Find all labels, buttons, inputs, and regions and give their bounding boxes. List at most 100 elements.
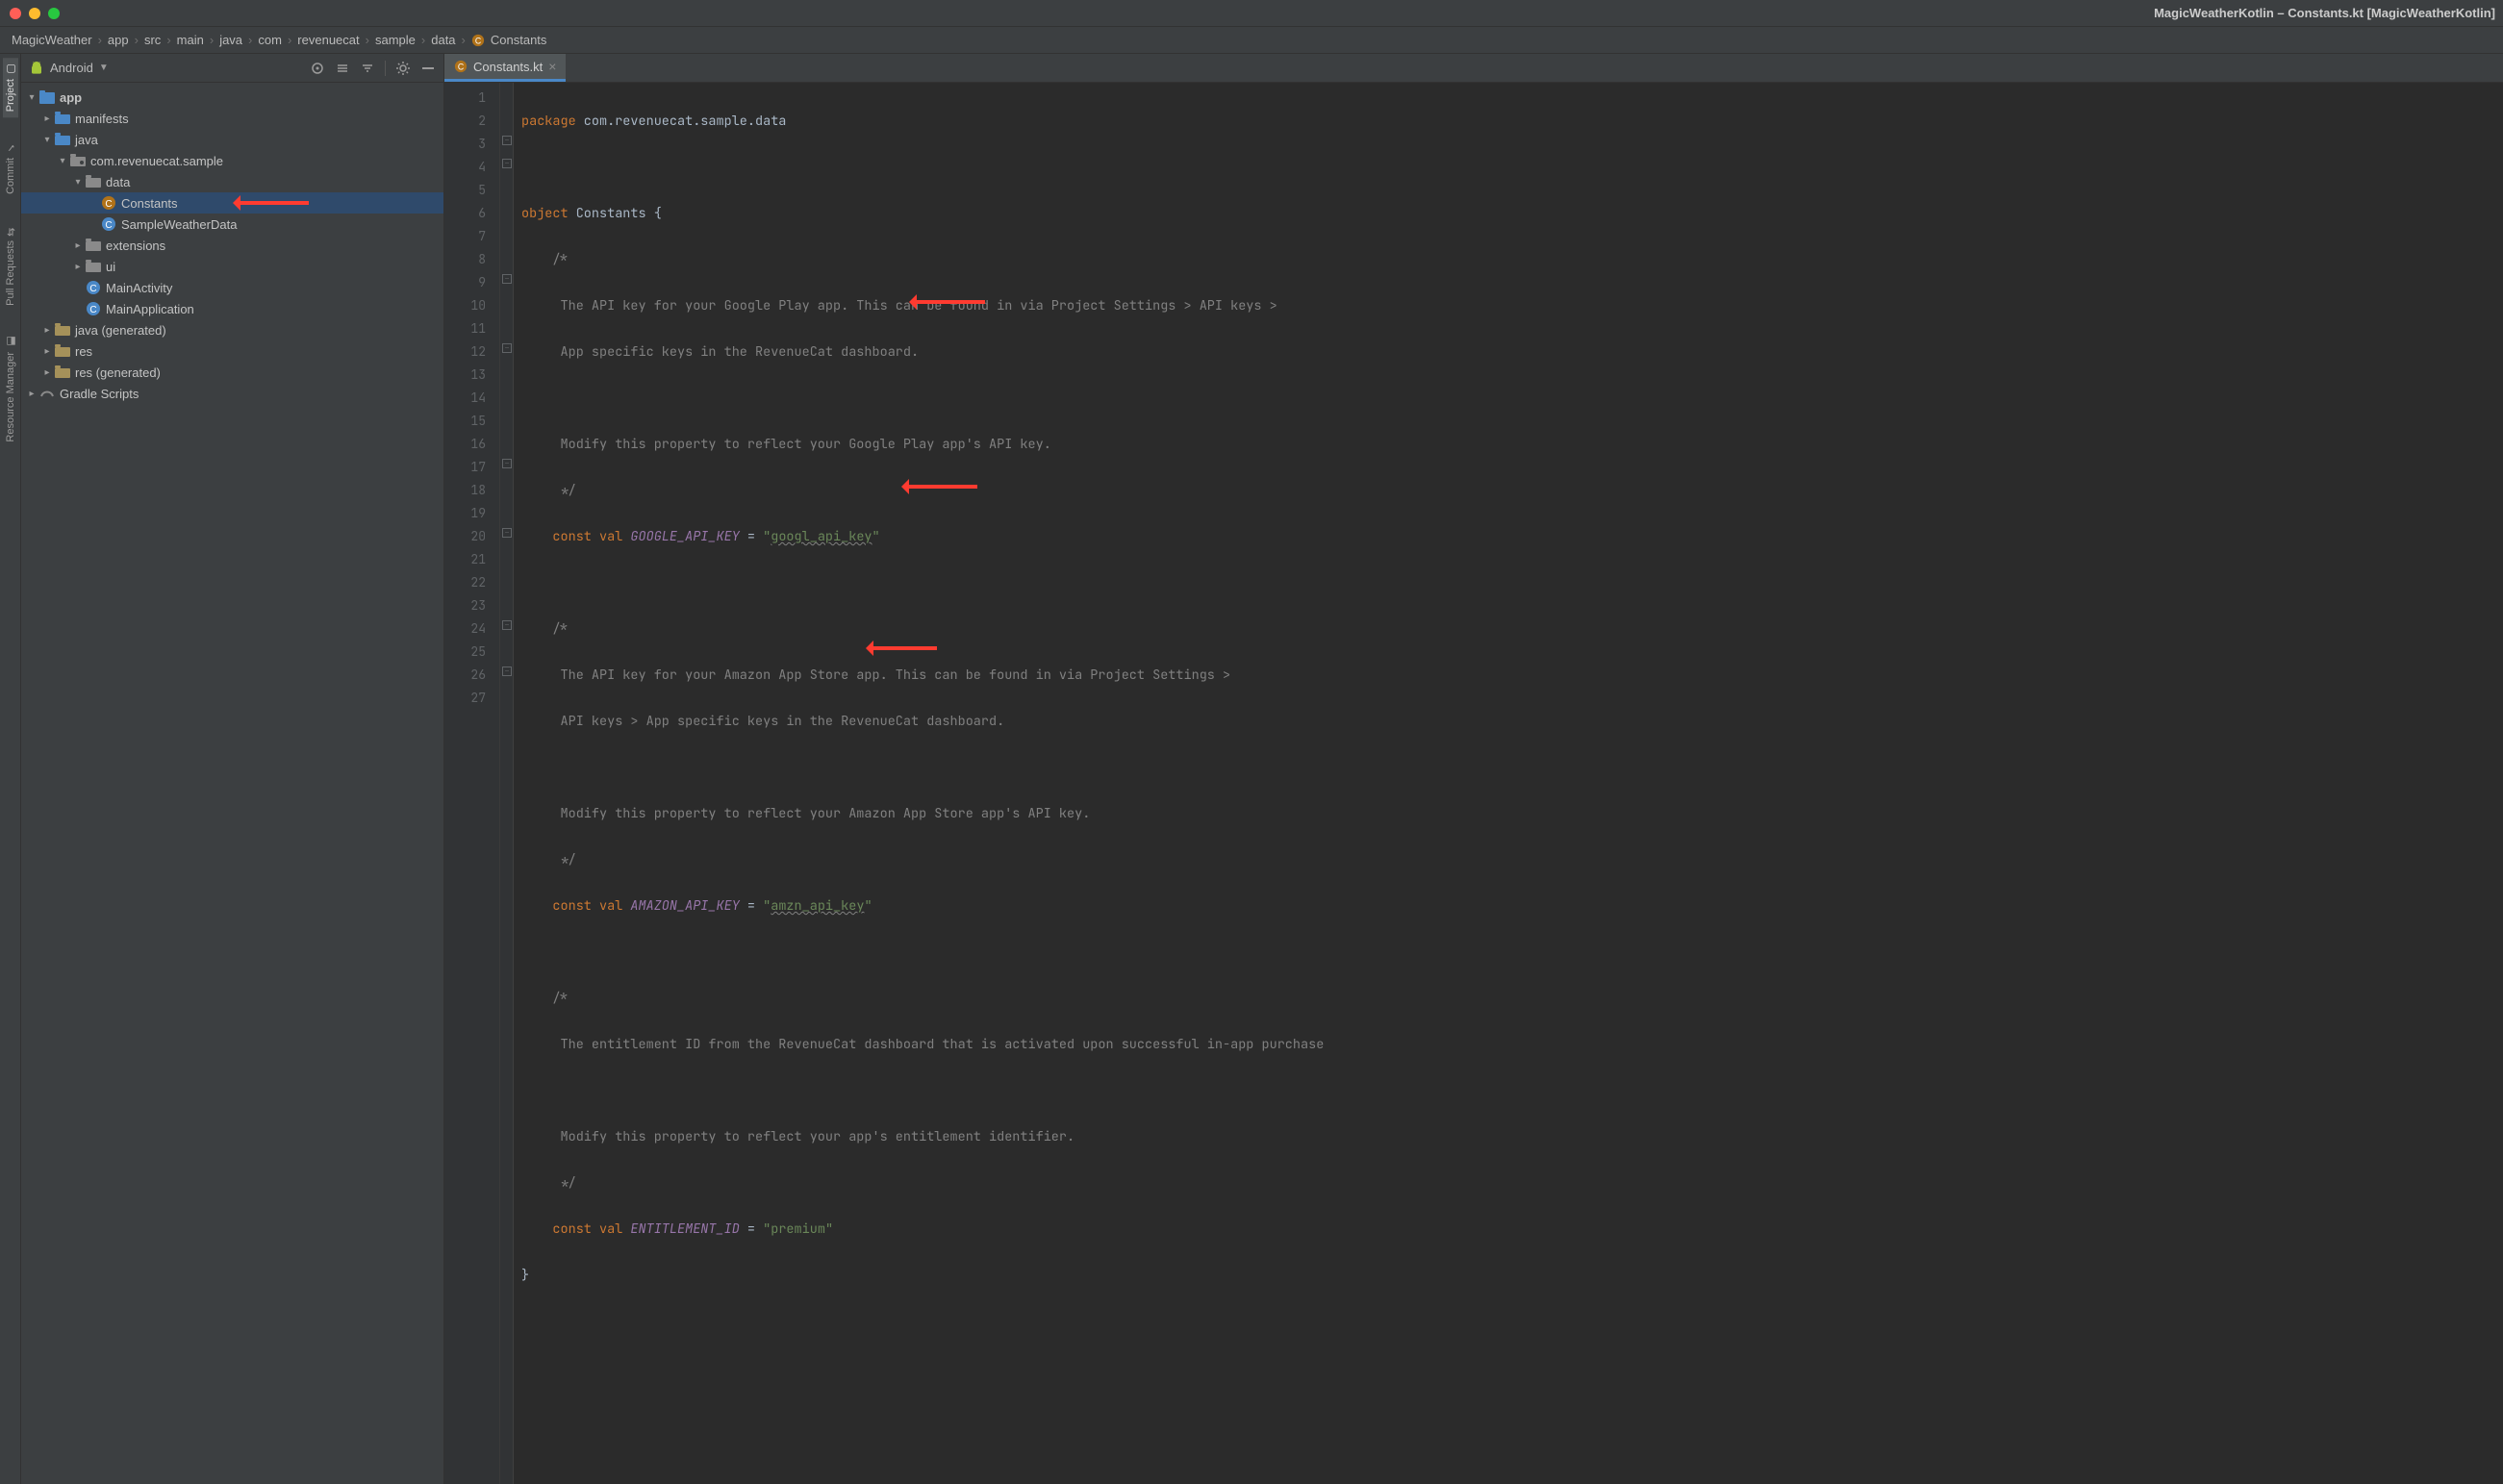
kotlin-file-icon: C — [454, 60, 468, 73]
chevron-right-icon: › — [135, 33, 139, 47]
fold-region-icon[interactable]: − — [502, 667, 512, 676]
chevron-right-icon: › — [210, 33, 214, 47]
chevron-right-icon: › — [366, 33, 369, 47]
tree-node-app[interactable]: ▾ app — [21, 87, 443, 108]
tree-label: extensions — [106, 239, 165, 253]
close-tab-icon[interactable]: × — [548, 59, 556, 74]
tree-node-java-generated[interactable]: ▸ java (generated) — [21, 319, 443, 340]
chevron-right-icon: ▸ — [71, 240, 85, 251]
fold-region-icon[interactable]: − — [502, 459, 512, 468]
line-number: 22 — [444, 571, 499, 594]
tree-label: Gradle Scripts — [60, 387, 139, 401]
project-view-mode[interactable]: Android — [50, 61, 93, 75]
package-icon — [85, 259, 102, 274]
tree-label: ui — [106, 260, 115, 274]
commit-tool-tab[interactable]: Commit ✓ — [3, 137, 18, 200]
chevron-right-icon: ▸ — [40, 346, 54, 357]
fold-region-icon[interactable]: − — [502, 136, 512, 145]
gear-icon[interactable] — [395, 61, 411, 76]
svg-text:C: C — [89, 305, 96, 315]
tree-label: data — [106, 175, 130, 189]
annotation-arrow-icon — [913, 300, 985, 304]
tree-node-gradle[interactable]: ▸ Gradle Scripts — [21, 383, 443, 404]
expand-all-icon[interactable] — [335, 61, 350, 76]
tree-label: SampleWeatherData — [121, 217, 237, 232]
line-number: 4 — [444, 156, 499, 179]
divider — [385, 61, 386, 76]
kotlin-class-icon: C — [100, 216, 117, 232]
line-number: 14 — [444, 387, 499, 410]
tree-node-constants[interactable]: C Constants — [21, 192, 443, 214]
chevron-down-icon: ▾ — [71, 177, 85, 188]
breadcrumb-item[interactable]: com — [258, 33, 282, 47]
line-number: 1 — [444, 87, 499, 110]
locate-icon[interactable] — [310, 61, 325, 76]
hide-panel-icon[interactable] — [420, 61, 436, 76]
line-number: 15 — [444, 410, 499, 433]
code-text[interactable]: package com.revenuecat.sample.data objec… — [514, 83, 2503, 1484]
tree-node-res-generated[interactable]: ▸ res (generated) — [21, 362, 443, 383]
breadcrumb-item[interactable]: src — [144, 33, 161, 47]
tree-label: MainApplication — [106, 302, 194, 316]
tree-node-main-application[interactable]: C MainApplication — [21, 298, 443, 319]
tree-node-ui[interactable]: ▸ ui — [21, 256, 443, 277]
chevron-right-icon: › — [421, 33, 425, 47]
line-number-gutter: 1 2 3 4 5 6 7 8 9 10 11 12 13 14 15 16 1… — [444, 83, 500, 1484]
chevron-down-icon[interactable]: ▼ — [99, 63, 109, 73]
line-number: 26 — [444, 664, 499, 687]
breadcrumb-item[interactable]: app — [108, 33, 129, 47]
fold-region-icon[interactable]: − — [502, 274, 512, 284]
line-number: 8 — [444, 248, 499, 271]
editor-tab-constants[interactable]: C Constants.kt × — [444, 54, 566, 82]
fold-region-icon[interactable]: − — [502, 343, 512, 353]
fold-gutter: − − − − − − − − — [500, 83, 514, 1484]
collapse-all-icon[interactable] — [360, 61, 375, 76]
breadcrumb-item[interactable]: C Constants — [471, 33, 547, 47]
chevron-right-icon: ▸ — [25, 389, 38, 399]
resource-manager-tool-tab[interactable]: Resource Manager ◧ — [3, 331, 18, 448]
line-number: 2 — [444, 110, 499, 133]
breadcrumb-item[interactable]: main — [177, 33, 204, 47]
editor-tabs: C Constants.kt × — [444, 54, 2503, 83]
tree-node-main-activity[interactable]: C MainActivity — [21, 277, 443, 298]
tree-node-manifests[interactable]: ▸ manifests — [21, 108, 443, 129]
line-number: 21 — [444, 548, 499, 571]
pull-requests-tool-tab[interactable]: Pull Requests ⇆ — [3, 219, 18, 312]
svg-text:C: C — [475, 36, 481, 45]
package-icon — [85, 174, 102, 189]
tree-node-java[interactable]: ▾ java — [21, 129, 443, 150]
tree-node-extensions[interactable]: ▸ extensions — [21, 235, 443, 256]
breadcrumb-item[interactable]: java — [219, 33, 242, 47]
editor-body[interactable]: 1 2 3 4 5 6 7 8 9 10 11 12 13 14 15 16 1… — [444, 83, 2503, 1484]
annotation-arrow-icon — [237, 201, 309, 205]
tree-label: java — [75, 133, 98, 147]
fold-region-icon[interactable]: − — [502, 620, 512, 630]
close-window-button[interactable] — [10, 8, 21, 19]
tree-node-res[interactable]: ▸ res — [21, 340, 443, 362]
tree-node-sample-weather[interactable]: C SampleWeatherData — [21, 214, 443, 235]
kotlin-class-icon: C — [85, 280, 102, 295]
chevron-right-icon: ▸ — [40, 367, 54, 378]
fold-region-icon[interactable]: − — [502, 159, 512, 168]
android-icon — [29, 61, 44, 76]
gradle-icon — [38, 386, 56, 401]
generated-folder-icon — [54, 322, 71, 338]
tree-node-data[interactable]: ▾ data — [21, 171, 443, 192]
line-number: 20 — [444, 525, 499, 548]
line-number: 7 — [444, 225, 499, 248]
fold-region-icon[interactable]: − — [502, 528, 512, 538]
package-icon — [85, 238, 102, 253]
breadcrumb-item[interactable]: data — [431, 33, 455, 47]
tree-node-package[interactable]: ▾ com.revenuecat.sample — [21, 150, 443, 171]
project-panel: Android ▼ ▾ app ▸ — [21, 54, 444, 1484]
breadcrumb-item[interactable]: revenuecat — [297, 33, 359, 47]
zoom-window-button[interactable] — [48, 8, 60, 19]
breadcrumb-item[interactable]: MagicWeather — [12, 33, 92, 47]
project-tool-tab[interactable]: Project ▢ — [3, 58, 18, 117]
svg-text:C: C — [89, 284, 96, 294]
line-number: 18 — [444, 479, 499, 502]
line-number: 10 — [444, 294, 499, 317]
breadcrumb-item[interactable]: sample — [375, 33, 416, 47]
minimize-window-button[interactable] — [29, 8, 40, 19]
line-number: 16 — [444, 433, 499, 456]
